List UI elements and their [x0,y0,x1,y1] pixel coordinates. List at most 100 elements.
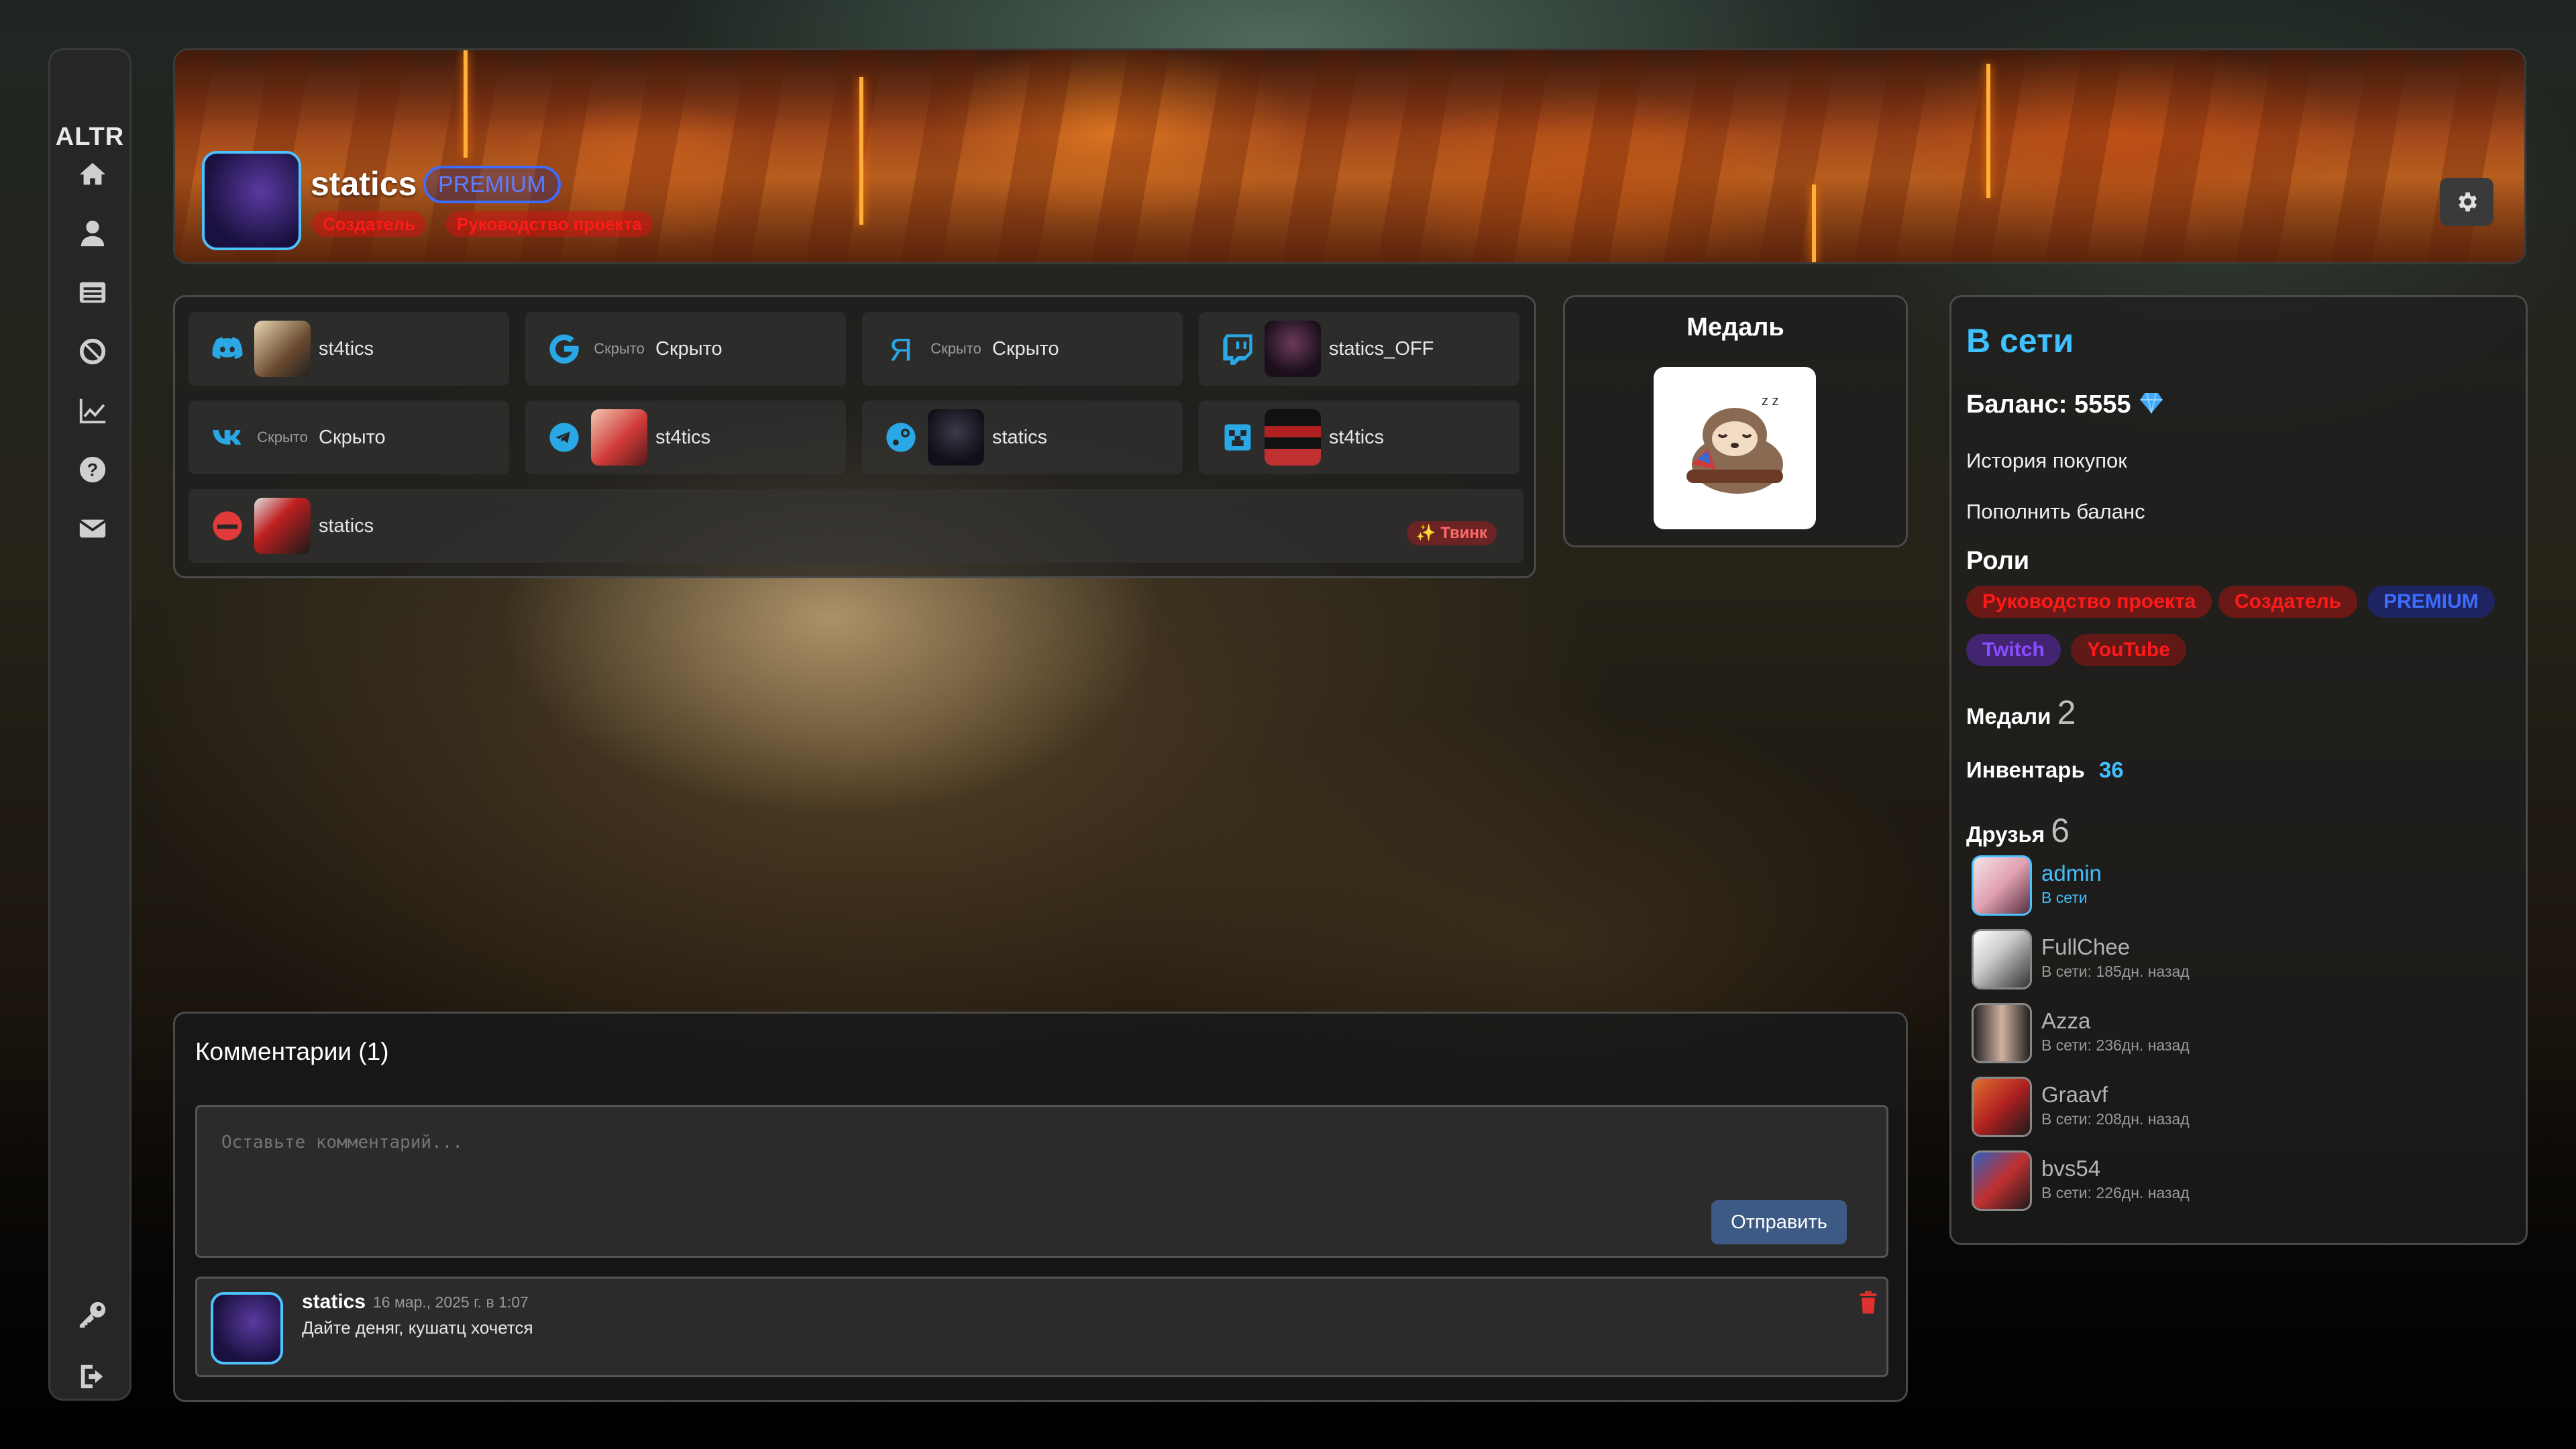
send-comment-button[interactable]: Отправить [1711,1200,1847,1244]
social-avatar-hidden: Скрыто [928,321,984,377]
friend-item[interactable]: Graavf В сети: 208дн. назад [1972,1077,2280,1141]
friend-name: FullChee [2041,934,2131,959]
logout-icon[interactable] [76,1360,109,1393]
premium-badge: PREMIUM [423,166,561,203]
role-management: Руководство проекта [1966,586,2212,618]
social-avatar [1265,409,1321,466]
friend-name: admin [2041,861,2102,885]
medals-stat[interactable]: Медали 2 [1966,693,2076,732]
friend-avatar [1972,855,2032,916]
twitch-icon [1218,329,1258,369]
medals-count: 2 [2057,694,2076,731]
delete-comment-button[interactable] [1858,1291,1878,1315]
sidebar: ALTR ? [48,48,131,1401]
key-icon[interactable] [76,1298,109,1332]
social-avatar [591,409,647,466]
comments-title: Комментарии (1) [195,1038,389,1065]
social-vk[interactable]: Скрыто Скрыто [189,400,509,474]
social-avatar [928,409,984,466]
social-avatar [1265,321,1321,377]
comment-item: statics 16 мар., 2025 г. в 1:07 Дайте де… [195,1277,1888,1377]
inventory-stat[interactable]: Инвентарь 36 [1966,757,2124,783]
svg-text:Я: Я [890,332,912,366]
yandex-icon: Я [881,329,921,369]
profile-banner: statics PREMIUM Создатель Руководство пр… [173,48,2526,264]
user-icon[interactable] [76,217,109,250]
social-twitch[interactable]: statics_OFF [1199,312,1519,386]
friend-avatar [1972,929,2032,989]
comment-date: 16 мар., 2025 г. в 1:07 [373,1293,529,1311]
social-steam[interactable]: statics [862,400,1183,474]
friend-item[interactable]: FullChee В сети: 185дн. назад [1972,929,2280,994]
medal-title: Медаль [1686,313,1784,341]
social-avatar-hidden: Скрыто [591,321,647,377]
social-esports-name: statics [319,515,374,537]
friend-name: bvs54 [2041,1156,2101,1181]
friend-avatar [1972,1077,2032,1137]
friends-label: Друзья [1966,822,2045,847]
vk-icon [207,417,248,458]
comment-input[interactable] [195,1105,1888,1258]
friends-stat[interactable]: Друзья 6 [1966,811,2070,850]
svg-text:?: ? [87,460,98,480]
minecraft-icon [1218,417,1258,458]
friend-item[interactable]: Azza В сети: 236дн. назад [1972,1003,2280,1067]
google-icon [544,329,584,369]
friend-name: Azza [2041,1008,2091,1033]
social-twitch-name: statics_OFF [1329,337,1434,360]
discord-icon [207,329,248,369]
list-icon[interactable] [76,276,109,309]
social-discord[interactable]: st4tics [189,312,509,386]
social-minecraft-name: st4tics [1329,426,1385,448]
comments-panel: Комментарии (1) Отправить statics 16 мар… [173,1012,1908,1402]
profile-name: statics [311,165,417,203]
help-icon[interactable]: ? [76,453,109,486]
purchase-history-link[interactable]: История покупок [1966,449,2127,473]
ban-icon[interactable] [76,335,109,368]
social-google[interactable]: Скрыто Скрыто [525,312,846,386]
friend-status: В сети [2041,889,2088,906]
app-logo[interactable]: ALTR [50,123,129,152]
medal-panel: Медаль z z [1563,295,1908,547]
trash-icon [1860,1291,1877,1314]
medal-image[interactable]: z z [1654,367,1816,529]
lava-decoration [859,77,863,225]
balance: Баланс: 5555 [1966,390,2165,419]
settings-button[interactable] [2440,178,2493,226]
friend-status: В сети: 185дн. назад [2041,963,2190,980]
friend-item[interactable]: bvs54 В сети: 226дн. назад [1972,1150,2280,1215]
lava-decoration [464,50,468,158]
socials-panel: st4tics Скрыто Скрыто Я Скрыто Скрыто st… [173,295,1536,578]
friend-item[interactable]: admin В сети [1972,855,2280,920]
sloth-medal-icon: z z [1686,394,1783,494]
chart-icon[interactable] [76,394,109,427]
role-youtube: YouTube [2071,634,2186,666]
profile-info-panel: В сети Баланс: 5555 История покупок Попо… [1949,295,2528,1245]
comment-author[interactable]: statics [302,1291,366,1313]
comment-avatar[interactable] [211,1292,283,1364]
social-minecraft[interactable]: st4tics [1199,400,1519,474]
role-twitch: Twitch [1966,634,2061,666]
social-esports[interactable]: statics ✨ Твинк [189,489,1523,563]
social-avatar [254,321,311,377]
mail-icon[interactable] [76,512,109,545]
balance-value: 5555 [2074,390,2131,419]
role-chip-management: Руководство проекта [446,211,653,237]
social-telegram-name: st4tics [655,426,711,448]
lava-decoration [1986,64,1990,198]
friend-status: В сети: 236дн. назад [2041,1036,2190,1054]
steam-icon [881,417,921,458]
lava-decoration [1812,184,1816,262]
social-vk-name: Скрыто [319,426,386,448]
friend-name: Graavf [2041,1082,2108,1107]
home-icon[interactable] [76,158,109,191]
gear-icon [2459,192,2477,212]
topup-balance-link[interactable]: Пополнить баланс [1966,500,2145,524]
social-telegram[interactable]: st4tics [525,400,846,474]
twink-badge: ✨ Твинк [1406,521,1497,545]
inventory-label: Инвентарь [1966,757,2085,782]
medals-label: Медали [1966,704,2051,729]
social-avatar-hidden: Скрыто [254,409,311,466]
social-yandex-name: Скрыто [992,337,1059,360]
social-yandex[interactable]: Я Скрыто Скрыто [862,312,1183,386]
